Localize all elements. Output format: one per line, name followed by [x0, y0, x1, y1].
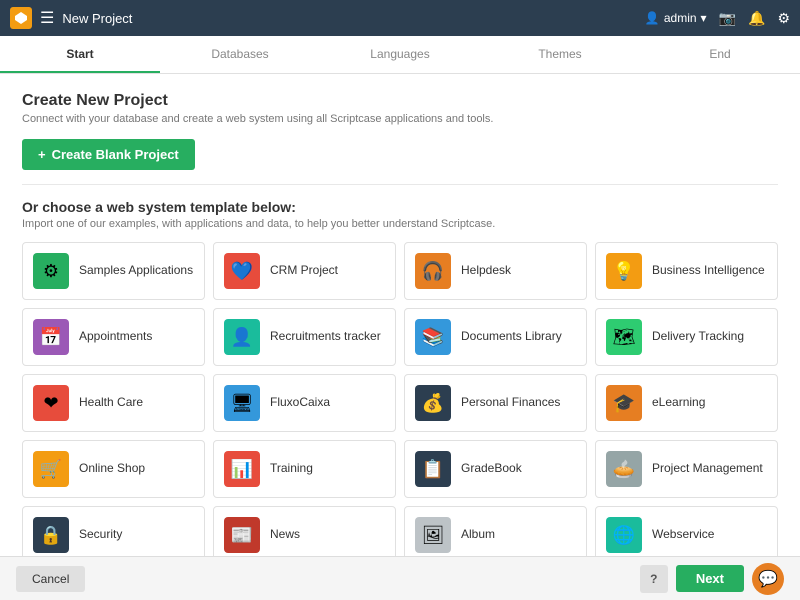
template-card-fluxo-caixa[interactable]: 🖥 FluxoCaixa: [213, 374, 396, 432]
template-icon-recruitments-tracker: 👤: [224, 319, 260, 355]
tab-databases[interactable]: Databases: [160, 36, 320, 73]
template-card-online-shop[interactable]: 🛒 Online Shop: [22, 440, 205, 498]
template-icon-samples-applications: ⚙: [33, 253, 69, 289]
template-card-recruitments-tracker[interactable]: 👤 Recruitments tracker: [213, 308, 396, 366]
template-icon-delivery-tracking: 🗺: [606, 319, 642, 355]
template-icon-training: 📊: [224, 451, 260, 487]
template-label-online-shop: Online Shop: [79, 461, 145, 477]
template-icon-documents-library: 📚: [415, 319, 451, 355]
template-label-helpdesk: Helpdesk: [461, 263, 511, 279]
template-label-health-care: Health Care: [79, 395, 143, 411]
template-label-appointments: Appointments: [79, 329, 152, 345]
main-content: Create New Project Connect with your dat…: [0, 74, 800, 556]
template-label-documents-library: Documents Library: [461, 329, 562, 345]
section-divider: [22, 184, 778, 185]
cancel-button[interactable]: Cancel: [16, 566, 85, 592]
create-section: Create New Project Connect with your dat…: [22, 92, 778, 170]
template-section-title: Or choose a web system template below:: [22, 199, 778, 215]
plus-icon: +: [38, 147, 46, 162]
template-card-documents-library[interactable]: 📚 Documents Library: [404, 308, 587, 366]
user-icon: 👤: [645, 11, 660, 25]
footer-right: ? Next 💬: [640, 563, 784, 595]
chat-button[interactable]: 💬: [752, 563, 784, 595]
template-icon-health-care: ❤: [33, 385, 69, 421]
template-card-business-intelligence[interactable]: 💡 Business Intelligence: [595, 242, 778, 300]
bell-icon[interactable]: 🔔: [748, 10, 765, 27]
template-icon-gradebook: 📋: [415, 451, 451, 487]
template-label-delivery-tracking: Delivery Tracking: [652, 329, 744, 345]
footer-left: Cancel: [16, 566, 85, 592]
topbar-left: ☰ New Project: [10, 7, 132, 29]
tab-end[interactable]: End: [640, 36, 800, 73]
template-label-project-management: Project Management: [652, 461, 763, 477]
template-section-description: Import one of our examples, with applica…: [22, 218, 778, 230]
template-icon-webservice: 🌐: [606, 517, 642, 553]
template-card-elearning[interactable]: 🎓 eLearning: [595, 374, 778, 432]
username-label: admin: [664, 11, 697, 25]
app-logo: [10, 7, 32, 29]
create-description: Connect with your database and create a …: [22, 113, 778, 125]
template-card-appointments[interactable]: 📅 Appointments: [22, 308, 205, 366]
template-label-samples-applications: Samples Applications: [79, 263, 193, 279]
project-title: New Project: [62, 11, 132, 26]
template-icon-album: 🖼: [415, 517, 451, 553]
template-card-project-management[interactable]: 🥧 Project Management: [595, 440, 778, 498]
footer: Cancel ? Next 💬: [0, 556, 800, 600]
tab-languages[interactable]: Languages: [320, 36, 480, 73]
template-label-recruitments-tracker: Recruitments tracker: [270, 329, 381, 345]
create-btn-label: Create Blank Project: [52, 147, 179, 162]
template-label-training: Training: [270, 461, 313, 477]
template-label-elearning: eLearning: [652, 395, 705, 411]
tab-themes[interactable]: Themes: [480, 36, 640, 73]
template-label-personal-finances: Personal Finances: [461, 395, 560, 411]
template-card-crm-project[interactable]: 💙 CRM Project: [213, 242, 396, 300]
template-card-health-care[interactable]: ❤ Health Care: [22, 374, 205, 432]
template-label-fluxo-caixa: FluxoCaixa: [270, 395, 330, 411]
template-icon-security: 🔒: [33, 517, 69, 553]
template-label-crm-project: CRM Project: [270, 263, 338, 279]
template-label-news: News: [270, 527, 300, 543]
create-blank-project-button[interactable]: + Create Blank Project: [22, 139, 195, 170]
template-card-delivery-tracking[interactable]: 🗺 Delivery Tracking: [595, 308, 778, 366]
template-icon-crm-project: 💙: [224, 253, 260, 289]
wizard-tabs: Start Databases Languages Themes End: [0, 36, 800, 74]
template-card-album[interactable]: 🖼 Album: [404, 506, 587, 556]
template-icon-elearning: 🎓: [606, 385, 642, 421]
settings-icon[interactable]: ⚙: [777, 10, 790, 27]
template-card-samples-applications[interactable]: ⚙ Samples Applications: [22, 242, 205, 300]
template-card-webservice[interactable]: 🌐 Webservice: [595, 506, 778, 556]
help-button[interactable]: ?: [640, 565, 668, 593]
template-icon-project-management: 🥧: [606, 451, 642, 487]
template-icon-helpdesk: 🎧: [415, 253, 451, 289]
tab-start[interactable]: Start: [0, 36, 160, 73]
template-card-helpdesk[interactable]: 🎧 Helpdesk: [404, 242, 587, 300]
topbar: ☰ New Project 👤 admin ▾ 📷 🔔 ⚙: [0, 0, 800, 36]
topbar-right: 👤 admin ▾ 📷 🔔 ⚙: [645, 10, 790, 27]
template-card-security[interactable]: 🔒 Security: [22, 506, 205, 556]
template-icon-online-shop: 🛒: [33, 451, 69, 487]
template-icon-news: 📰: [224, 517, 260, 553]
create-title: Create New Project: [22, 92, 778, 110]
template-icon-appointments: 📅: [33, 319, 69, 355]
next-button[interactable]: Next: [676, 565, 744, 592]
chevron-down-icon: ▾: [701, 11, 707, 25]
camera-icon[interactable]: 📷: [719, 10, 736, 27]
template-label-album: Album: [461, 527, 495, 543]
template-icon-personal-finances: 💰: [415, 385, 451, 421]
template-label-security: Security: [79, 527, 122, 543]
template-label-business-intelligence: Business Intelligence: [652, 263, 765, 279]
template-card-personal-finances[interactable]: 💰 Personal Finances: [404, 374, 587, 432]
template-label-gradebook: GradeBook: [461, 461, 522, 477]
template-grid: ⚙ Samples Applications 💙 CRM Project 🎧 Helpde…: [22, 242, 778, 556]
template-label-webservice: Webservice: [652, 527, 714, 543]
user-menu[interactable]: 👤 admin ▾: [645, 11, 707, 25]
template-card-training[interactable]: 📊 Training: [213, 440, 396, 498]
hamburger-icon[interactable]: ☰: [40, 8, 54, 28]
template-card-gradebook[interactable]: 📋 GradeBook: [404, 440, 587, 498]
template-icon-fluxo-caixa: 🖥: [224, 385, 260, 421]
template-card-news[interactable]: 📰 News: [213, 506, 396, 556]
template-icon-business-intelligence: 💡: [606, 253, 642, 289]
